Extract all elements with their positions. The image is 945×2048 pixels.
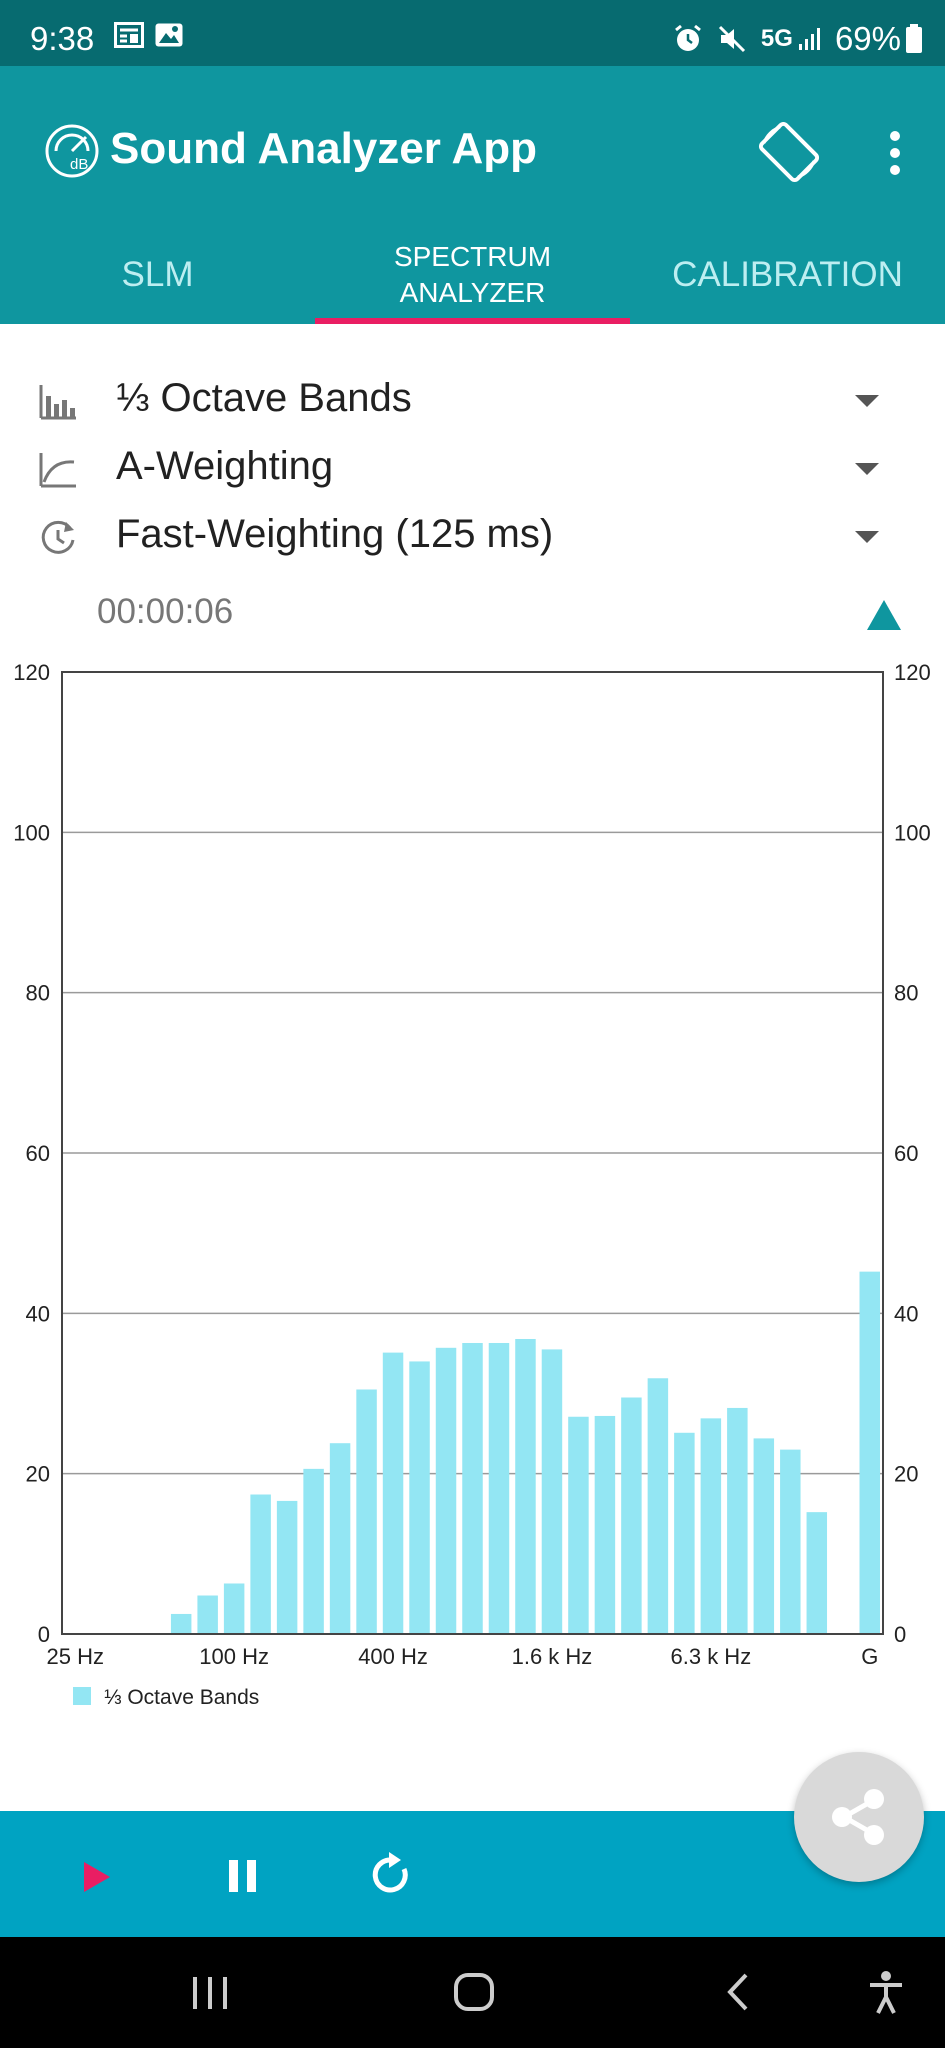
status-time: 9:38 <box>30 20 95 57</box>
y-tick-label-right: 100 <box>894 820 931 845</box>
y-tick-label-right: 60 <box>894 1141 918 1166</box>
bar <box>197 1595 218 1634</box>
y-tick-label-left: 80 <box>26 981 50 1006</box>
legend-label: ⅓ Octave Bands <box>104 1686 259 1705</box>
system-nav-bar <box>0 1937 945 2048</box>
bar <box>382 1352 404 1634</box>
reset-icon[interactable] <box>368 1852 414 1898</box>
bar <box>223 1583 245 1634</box>
bar <box>488 1342 510 1634</box>
home-icon[interactable] <box>452 1967 496 2022</box>
tab-calibration[interactable]: CALIBRATION <box>630 226 945 324</box>
x-tick-label: 1.6 k Hz <box>512 1644 593 1669</box>
tab-indicator <box>315 318 630 324</box>
bar <box>700 1418 722 1634</box>
share-button[interactable] <box>794 1752 924 1882</box>
bar <box>462 1342 483 1634</box>
bar <box>780 1449 801 1634</box>
spectrum-chart: 0 020 2040 4060 6080 80100 100120 12025 Hz 100 H… <box>13 660 931 1705</box>
x-tick-label: 400 Hz <box>358 1644 428 1669</box>
app-title: Sound Analyzer App <box>110 124 537 173</box>
y-tick-label-right: 20 <box>894 1462 918 1487</box>
bar <box>594 1415 616 1634</box>
screen: 9:38 5G 69% dB Sound Analyzer App SLM SP… <box>0 0 945 2048</box>
x-tick-label: 25 Hz <box>46 1644 103 1669</box>
tab-slm[interactable]: SLM <box>0 226 315 324</box>
app-bar: dB Sound Analyzer App SLM SPECTRUM ANALY… <box>0 66 945 324</box>
bands-selector[interactable]: ⅓ Octave Bands <box>0 368 945 432</box>
bar <box>806 1512 828 1634</box>
bar <box>647 1378 669 1634</box>
bar <box>859 1271 880 1634</box>
legend-swatch <box>73 1687 91 1705</box>
network-label: 5G <box>760 25 793 52</box>
signal-icon <box>797 26 823 52</box>
accessibility-icon[interactable] <box>866 1967 906 2022</box>
db-logo-icon: dB <box>44 123 100 179</box>
chevron-down-icon <box>855 463 879 475</box>
y-tick-label-right: 40 <box>894 1301 918 1326</box>
mute-icon <box>717 24 747 54</box>
timer-icon <box>38 518 78 558</box>
bar-chart-icon <box>38 382 78 422</box>
bar <box>621 1397 642 1634</box>
bar <box>753 1438 775 1634</box>
bar <box>276 1500 298 1634</box>
x-tick-label: 100 Hz <box>199 1644 269 1669</box>
time-weighting-label: Fast-Weighting (125 ms) <box>116 512 554 556</box>
share-icon <box>832 1789 884 1845</box>
chevron-down-icon <box>855 531 879 543</box>
y-tick-label-right: 80 <box>894 981 918 1006</box>
y-tick-label-right: 0 <box>894 1622 906 1647</box>
tab-spectrum-analyzer[interactable]: SPECTRUM ANALYZER <box>315 226 630 324</box>
back-icon[interactable] <box>722 1967 752 2022</box>
x-tick-label: 6.3 k Hz <box>671 1644 752 1669</box>
alarm-icon <box>673 24 703 54</box>
time-weighting-selector[interactable]: Fast-Weighting (125 ms) <box>0 504 945 568</box>
news-icon <box>114 22 144 53</box>
bands-label: ⅓ Octave Bands <box>116 376 412 420</box>
bar <box>356 1389 377 1634</box>
y-tick-label-left: 40 <box>26 1301 50 1326</box>
weighting-selector[interactable]: A-Weighting <box>0 436 945 500</box>
y-tick-label-right: 120 <box>894 660 931 685</box>
bar <box>568 1416 589 1634</box>
status-bar: 9:38 5G 69% <box>0 0 945 66</box>
svg-text:dB: dB <box>70 156 88 173</box>
more-vert-icon[interactable] <box>880 126 910 180</box>
collapse-triangle-icon[interactable] <box>866 598 902 632</box>
y-tick-label-left: 60 <box>26 1141 50 1166</box>
image-icon <box>154 22 184 53</box>
x-tick-label: G <box>861 1644 878 1669</box>
y-tick-label-left: 20 <box>26 1462 50 1487</box>
weighting-label: A-Weighting <box>116 444 334 488</box>
bar <box>329 1443 351 1634</box>
bar <box>674 1432 695 1634</box>
y-tick-label-left: 120 <box>13 660 50 685</box>
bar <box>303 1468 324 1634</box>
elapsed-timer: 00:00:06 <box>97 592 234 631</box>
bar <box>727 1407 748 1634</box>
bar <box>541 1349 563 1634</box>
recents-icon[interactable] <box>190 1967 230 2022</box>
chevron-down-icon <box>855 395 879 407</box>
bar <box>170 1613 192 1634</box>
y-tick-label-left: 100 <box>13 820 50 845</box>
pause-icon[interactable] <box>226 1858 260 1894</box>
battery-icon <box>905 24 923 54</box>
bar <box>250 1494 271 1634</box>
screen-rotate-icon[interactable] <box>758 121 820 183</box>
bar <box>515 1338 536 1634</box>
battery-percent: 69% <box>834 20 901 57</box>
bar <box>409 1361 430 1634</box>
status-right: 5G 69% <box>659 20 923 58</box>
play-icon[interactable] <box>82 1861 112 1893</box>
curve-icon <box>38 450 78 490</box>
bar <box>435 1347 457 1634</box>
